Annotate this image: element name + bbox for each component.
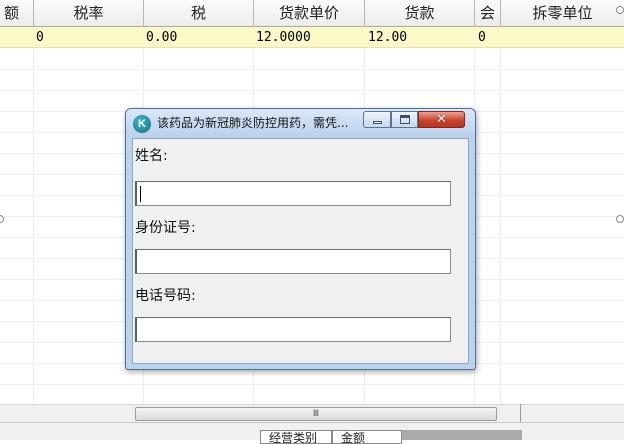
grid-line [33,48,34,404]
minimize-button[interactable] [363,111,391,128]
cell-hui[interactable]: 0 [474,27,500,48]
scrollbar-thumb[interactable]: Ⅲ [135,407,497,421]
maximize-icon [400,115,410,124]
column-header-tax[interactable]: 税 [144,0,254,27]
dialog-body: 姓名: 身份证号: 电话号码: [132,138,469,364]
id-number-label: 身份证号: [135,220,196,236]
scrollbar-grip-icon: Ⅲ [312,409,320,419]
dialog-titlebar[interactable]: K 该药品为新冠肺炎防控用药，需凭... ✕ [126,109,475,137]
cell-unit-price[interactable]: 12.0000 [252,27,364,48]
name-label: 姓名: [135,148,168,164]
id-number-input[interactable] [135,249,451,274]
phone-number-input[interactable] [135,317,451,342]
status-amount: 金额 [332,430,402,444]
column-header-payment[interactable]: 货款 [365,0,475,27]
close-button[interactable]: ✕ [418,111,465,128]
cell-tax-rate[interactable]: 0 [32,27,142,48]
cell-tax[interactable]: 0.00 [142,27,252,48]
text-caret [140,186,141,202]
column-header-split-unit[interactable]: 拆零单位 [501,0,624,27]
status-business-type: 经营类别 [260,430,332,444]
grid-line [0,90,624,91]
status-panel [402,430,522,440]
close-icon: ✕ [436,112,447,127]
minimize-icon [373,121,382,124]
column-header-tax-rate[interactable]: 税率 [34,0,144,27]
column-header-amount[interactable]: 额 [0,0,34,27]
name-input[interactable] [135,181,451,206]
grid-line [0,384,624,385]
resize-handle-top-right[interactable] [616,6,624,14]
app-k-logo-icon: K [133,115,151,133]
maximize-button[interactable] [391,111,418,128]
grid-line [500,48,501,404]
grid-header: 额 税率 税 货款单价 货款 会 拆零单位 [0,0,624,27]
scrollbar-divider [520,404,521,422]
horizontal-scrollbar[interactable]: Ⅲ [0,404,624,422]
grid-line [0,69,624,70]
column-header-hui[interactable]: 会 [475,0,501,27]
table-row[interactable]: 0 0.00 12.0000 12.00 0 [0,27,624,48]
cell-payment[interactable]: 12.00 [364,27,474,48]
resize-handle-right[interactable] [616,215,624,223]
phone-number-label: 电话号码: [135,288,196,304]
dialog-title: 该药品为新冠肺炎防控用药，需凭... [157,116,349,130]
registration-dialog: K 该药品为新冠肺炎防控用药，需凭... ✕ 姓名: 身份证号: 电话号码: [125,108,476,370]
column-header-unit-price[interactable]: 货款单价 [254,0,365,27]
